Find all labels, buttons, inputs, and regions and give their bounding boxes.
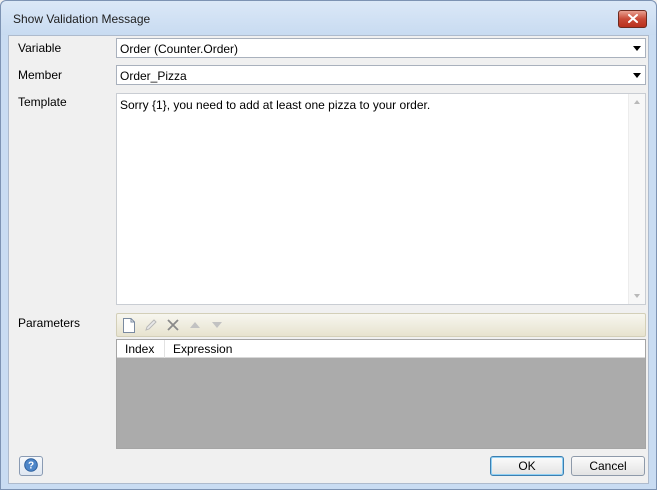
edit-icon[interactable] xyxy=(143,317,159,333)
dialog-window: Show Validation Message Variable Order (… xyxy=(0,0,657,490)
scroll-down-icon[interactable] xyxy=(634,294,640,298)
window-title: Show Validation Message xyxy=(13,12,151,26)
new-icon[interactable] xyxy=(121,317,137,333)
parameters-label: Parameters xyxy=(18,316,81,330)
member-label: Member xyxy=(18,68,63,82)
help-button[interactable]: ? xyxy=(19,456,43,476)
column-header-index[interactable]: Index xyxy=(117,340,165,358)
parameters-grid[interactable]: Index Expression xyxy=(116,339,646,449)
grid-header: Index Expression xyxy=(117,340,645,358)
chevron-down-icon xyxy=(633,46,641,51)
member-dropdown-value: Order_Pizza xyxy=(120,69,187,83)
template-scrollbar[interactable] xyxy=(628,94,645,304)
ok-button[interactable]: OK xyxy=(490,456,564,476)
template-label: Template xyxy=(18,95,67,109)
cancel-button[interactable]: Cancel xyxy=(571,456,645,476)
move-down-icon[interactable] xyxy=(209,317,225,333)
parameters-toolbar xyxy=(116,313,646,337)
move-up-icon[interactable] xyxy=(187,317,203,333)
variable-label: Variable xyxy=(18,41,62,55)
column-header-expression[interactable]: Expression xyxy=(165,340,645,358)
variable-dropdown-value: Order (Counter.Order) xyxy=(120,42,239,56)
delete-icon[interactable] xyxy=(165,317,181,333)
help-icon: ? xyxy=(24,457,38,475)
close-button[interactable] xyxy=(618,10,647,28)
svg-text:?: ? xyxy=(28,460,34,471)
template-text: Sorry {1}, you need to add at least one … xyxy=(120,98,431,112)
title-bar[interactable]: Show Validation Message xyxy=(1,1,656,35)
scroll-up-icon[interactable] xyxy=(634,100,640,104)
dialog-footer: ? OK Cancel xyxy=(9,449,648,483)
close-icon xyxy=(627,12,638,26)
chevron-down-icon xyxy=(633,73,641,78)
variable-dropdown[interactable]: Order (Counter.Order) xyxy=(116,38,646,58)
dialog-body: Variable Order (Counter.Order) Member Or… xyxy=(8,35,649,484)
member-dropdown[interactable]: Order_Pizza xyxy=(116,65,646,85)
template-textarea[interactable]: Sorry {1}, you need to add at least one … xyxy=(116,93,646,305)
